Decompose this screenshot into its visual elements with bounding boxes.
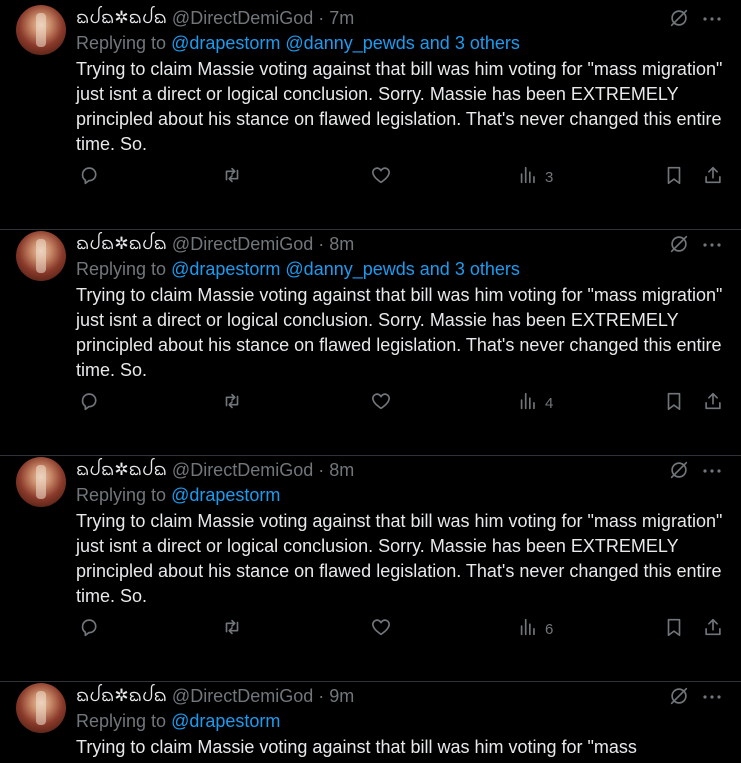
display-name[interactable]: ᨳᨸᨳ✲ᨳᨸᨳ <box>76 457 167 484</box>
like-button[interactable] <box>370 615 392 643</box>
views-count: 4 <box>545 394 554 412</box>
avatar[interactable] <box>16 5 66 55</box>
tweet-header: ᨳᨸᨳ✲ᨳᨸᨳ @DirectDemiGod · 9m <box>76 683 354 709</box>
others-link[interactable]: and 3 others <box>420 259 520 279</box>
views-button[interactable]: 4 <box>517 389 553 417</box>
avatar[interactable] <box>16 457 66 507</box>
share-icon <box>702 390 724 416</box>
views-button[interactable]: 3 <box>517 163 553 191</box>
grok-icon[interactable] <box>668 7 690 29</box>
heart-icon <box>370 164 392 190</box>
retweet-icon <box>221 164 243 190</box>
share-button[interactable] <box>702 389 724 417</box>
mention-link[interactable]: @drapestorm <box>171 259 280 279</box>
share-icon <box>702 164 724 190</box>
tweet-header: ᨳᨸᨳ✲ᨳᨸᨳ @DirectDemiGod · 7m <box>76 5 354 31</box>
reply-icon <box>78 164 100 190</box>
mention-link[interactable]: @drapestorm <box>171 33 280 53</box>
tweet-text: Trying to claim Massie voting against th… <box>76 59 723 154</box>
separator-dot: · <box>318 7 325 28</box>
retweet-button[interactable] <box>221 389 243 417</box>
replying-to: Replying to @drapestorm @danny_pewds and… <box>76 33 520 54</box>
share-button[interactable] <box>702 615 724 643</box>
heart-icon <box>370 390 392 416</box>
replying-to-label: Replying to <box>76 711 167 731</box>
views-button[interactable]: 6 <box>517 615 553 643</box>
views-count: 3 <box>545 168 554 186</box>
reply-icon <box>78 390 100 416</box>
tweet-header: ᨳᨸᨳ✲ᨳᨸᨳ @DirectDemiGod · 8m <box>76 457 354 483</box>
heart-icon <box>370 616 392 642</box>
replying-to-label: Replying to <box>76 485 167 505</box>
retweet-button[interactable] <box>221 615 243 643</box>
replying-to: Replying to @drapestorm @danny_pewds and… <box>76 259 520 280</box>
timestamp[interactable]: 8m <box>329 460 354 481</box>
timestamp[interactable]: 8m <box>329 234 354 255</box>
others-link[interactable]: and 3 others <box>420 33 520 53</box>
separator-dot: · <box>318 685 325 706</box>
views-icon <box>517 164 539 190</box>
tweet-text: Trying to claim Massie voting against th… <box>76 511 723 606</box>
tweet-header: ᨳᨸᨳ✲ᨳᨸᨳ @DirectDemiGod · 8m <box>76 231 354 257</box>
more-icon[interactable] <box>700 685 724 707</box>
mention-link[interactable]: @drapestorm <box>171 485 280 505</box>
replying-to-label: Replying to <box>76 33 167 53</box>
more-icon[interactable] <box>700 7 724 29</box>
views-count: 6 <box>545 620 554 638</box>
bookmark-button[interactable] <box>663 389 685 417</box>
more-icon[interactable] <box>700 233 724 255</box>
bookmark-button[interactable] <box>663 615 685 643</box>
replying-to: Replying to @drapestorm <box>76 485 280 506</box>
more-icon[interactable] <box>700 459 724 481</box>
avatar[interactable] <box>16 231 66 281</box>
tweet[interactable]: ᨳᨸᨳ✲ᨳᨸᨳ @DirectDemiGod · 7m Replying to @dra… <box>0 5 741 230</box>
separator-dot: · <box>318 233 325 254</box>
retweet-icon <box>221 616 243 642</box>
bookmark-icon <box>663 616 685 642</box>
bookmark-icon <box>663 390 685 416</box>
separator-dot: · <box>318 459 325 480</box>
display-name[interactable]: ᨳᨸᨳ✲ᨳᨸᨳ <box>76 683 167 710</box>
timestamp[interactable]: 9m <box>329 686 354 707</box>
handle[interactable]: @DirectDemiGod <box>172 8 313 29</box>
share-icon <box>702 616 724 642</box>
mention-link[interactable]: @drapestorm <box>171 711 280 731</box>
like-button[interactable] <box>370 163 392 191</box>
reply-button[interactable] <box>78 389 100 417</box>
like-button[interactable] <box>370 389 392 417</box>
replying-to-label: Replying to <box>76 259 167 279</box>
timestamp[interactable]: 7m <box>329 8 354 29</box>
retweet-icon <box>221 390 243 416</box>
tweet[interactable]: ᨳᨸᨳ✲ᨳᨸᨳ @DirectDemiGod · 8m Replying to @dra… <box>0 231 741 456</box>
handle[interactable]: @DirectDemiGod <box>172 686 313 707</box>
reply-button[interactable] <box>78 163 100 191</box>
action-bar: 4 <box>76 389 726 417</box>
mention-link[interactable]: @danny_pewds <box>285 259 414 279</box>
grok-icon[interactable] <box>668 233 690 255</box>
bookmark-icon <box>663 164 685 190</box>
handle[interactable]: @DirectDemiGod <box>172 234 313 255</box>
action-bar: 3 <box>76 163 726 191</box>
tweet[interactable]: ᨳᨸᨳ✲ᨳᨸᨳ @DirectDemiGod · 8m Replying to @dra… <box>0 457 741 682</box>
views-icon <box>517 616 539 642</box>
reply-icon <box>78 616 100 642</box>
share-button[interactable] <box>702 163 724 191</box>
replying-to: Replying to @drapestorm <box>76 711 280 732</box>
display-name[interactable]: ᨳᨸᨳ✲ᨳᨸᨳ <box>76 5 167 32</box>
retweet-button[interactable] <box>221 163 243 191</box>
grok-icon[interactable] <box>668 685 690 707</box>
reply-button[interactable] <box>78 615 100 643</box>
handle[interactable]: @DirectDemiGod <box>172 460 313 481</box>
mention-link[interactable]: @danny_pewds <box>285 33 414 53</box>
tweet-text: Trying to claim Massie voting against th… <box>76 285 723 380</box>
tweet[interactable]: ᨳᨸᨳ✲ᨳᨸᨳ @DirectDemiGod · 9m Replying to @dra… <box>0 683 741 763</box>
grok-icon[interactable] <box>668 459 690 481</box>
display-name[interactable]: ᨳᨸᨳ✲ᨳᨸᨳ <box>76 231 167 258</box>
avatar[interactable] <box>16 683 66 733</box>
action-bar: 6 <box>76 615 726 643</box>
bookmark-button[interactable] <box>663 163 685 191</box>
views-icon <box>517 390 539 416</box>
